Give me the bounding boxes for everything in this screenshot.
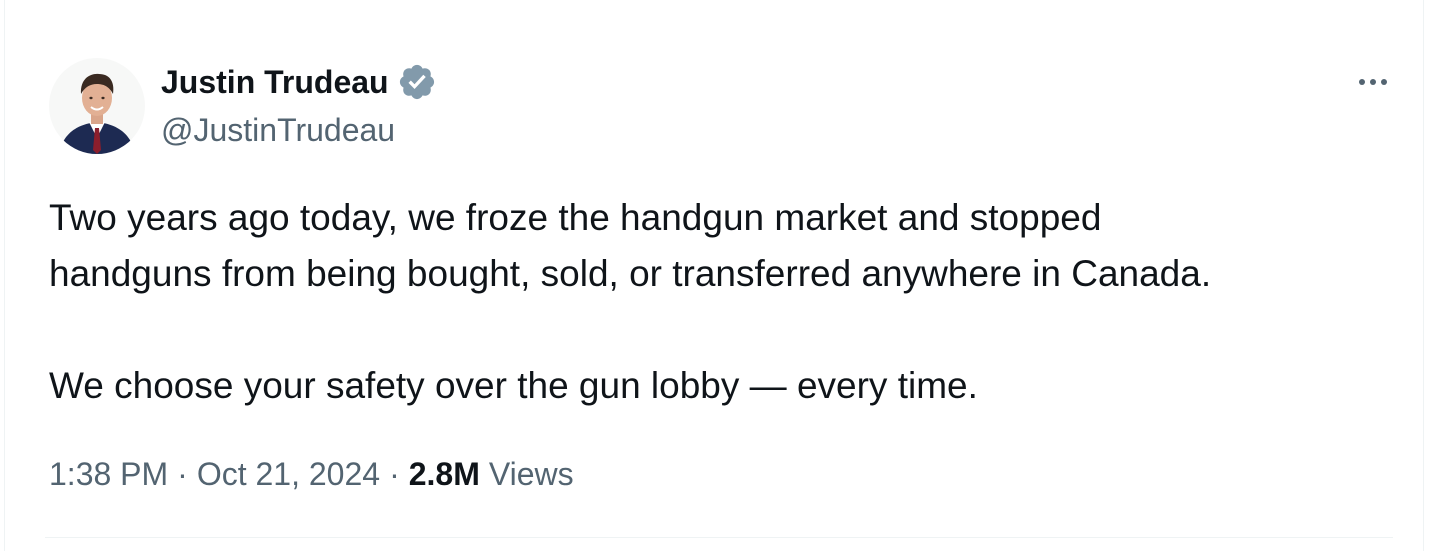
tweet-card: Justin Trudeau @JustinTrudeau Two years … (4, 0, 1424, 551)
more-options-icon[interactable] (1345, 62, 1401, 102)
meta-separator: · (389, 456, 400, 492)
tweet-date[interactable]: Oct 21, 2024 (197, 452, 380, 496)
views-label: Views (488, 456, 574, 492)
tweet-text: Two years ago today, we froze the handgu… (49, 197, 1212, 406)
tweet-meta: 1:38 PM · Oct 21, 2024 · 2.8M Views (49, 452, 574, 496)
author-name-row: Justin Trudeau (161, 60, 437, 104)
author-display-name[interactable]: Justin Trudeau (161, 62, 389, 102)
tweet-time[interactable]: 1:38 PM (49, 452, 168, 496)
divider (45, 537, 1393, 538)
verified-badge-icon[interactable] (397, 62, 437, 102)
profile-photo (49, 58, 145, 154)
views-count: 2.8M (408, 456, 480, 492)
meta-separator: · (177, 456, 188, 492)
author-avatar[interactable] (49, 58, 145, 154)
author-handle[interactable]: @JustinTrudeau (161, 110, 395, 150)
